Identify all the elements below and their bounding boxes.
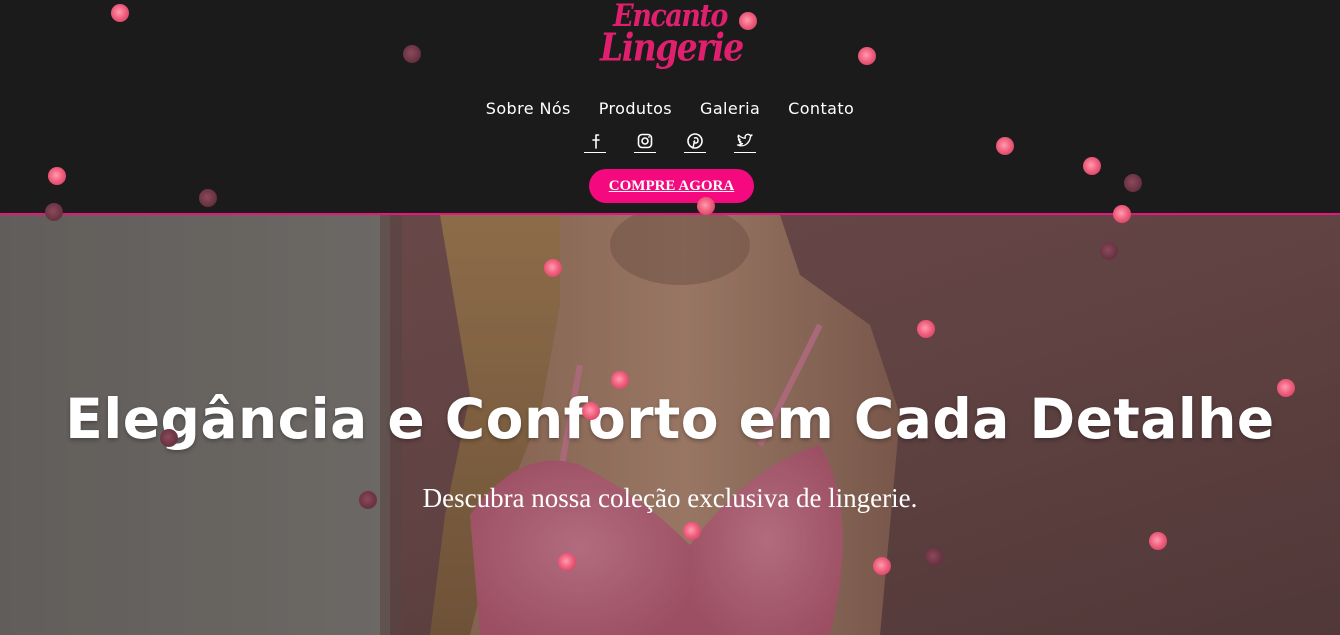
hero-section: Elegância e Conforto em Cada Detalhe Des… xyxy=(0,215,1340,635)
twitter-icon xyxy=(736,133,753,147)
nav-link-contato[interactable]: Contato xyxy=(788,99,854,118)
pinterest-icon xyxy=(687,133,703,149)
brand-logo[interactable]: Encanto Lingerie xyxy=(600,1,744,84)
facebook-icon xyxy=(592,134,600,149)
logo-line-2: Lingerie xyxy=(600,24,744,70)
hero-title: Elegância e Conforto em Cada Detalhe xyxy=(65,387,1275,451)
site-header: Encanto Lingerie Sobre Nós Produtos Gale… xyxy=(0,0,1340,215)
pinterest-link[interactable] xyxy=(684,132,706,153)
nav-link-galeria[interactable]: Galeria xyxy=(700,99,760,118)
nav-link-sobre-nos[interactable]: Sobre Nós xyxy=(486,99,571,118)
buy-now-button[interactable]: COMPRE AGORA xyxy=(589,169,754,203)
instagram-link[interactable] xyxy=(634,132,656,153)
main-nav: Sobre Nós Produtos Galeria Contato xyxy=(0,99,1340,118)
twitter-link[interactable] xyxy=(734,132,756,153)
nav-link-produtos[interactable]: Produtos xyxy=(599,99,672,118)
page: Encanto Lingerie Sobre Nós Produtos Gale… xyxy=(0,0,1340,635)
facebook-link[interactable] xyxy=(584,132,606,153)
instagram-icon xyxy=(637,133,653,149)
social-links xyxy=(0,132,1340,153)
hero-subtitle: Descubra nossa coleção exclusiva de ling… xyxy=(422,483,918,513)
